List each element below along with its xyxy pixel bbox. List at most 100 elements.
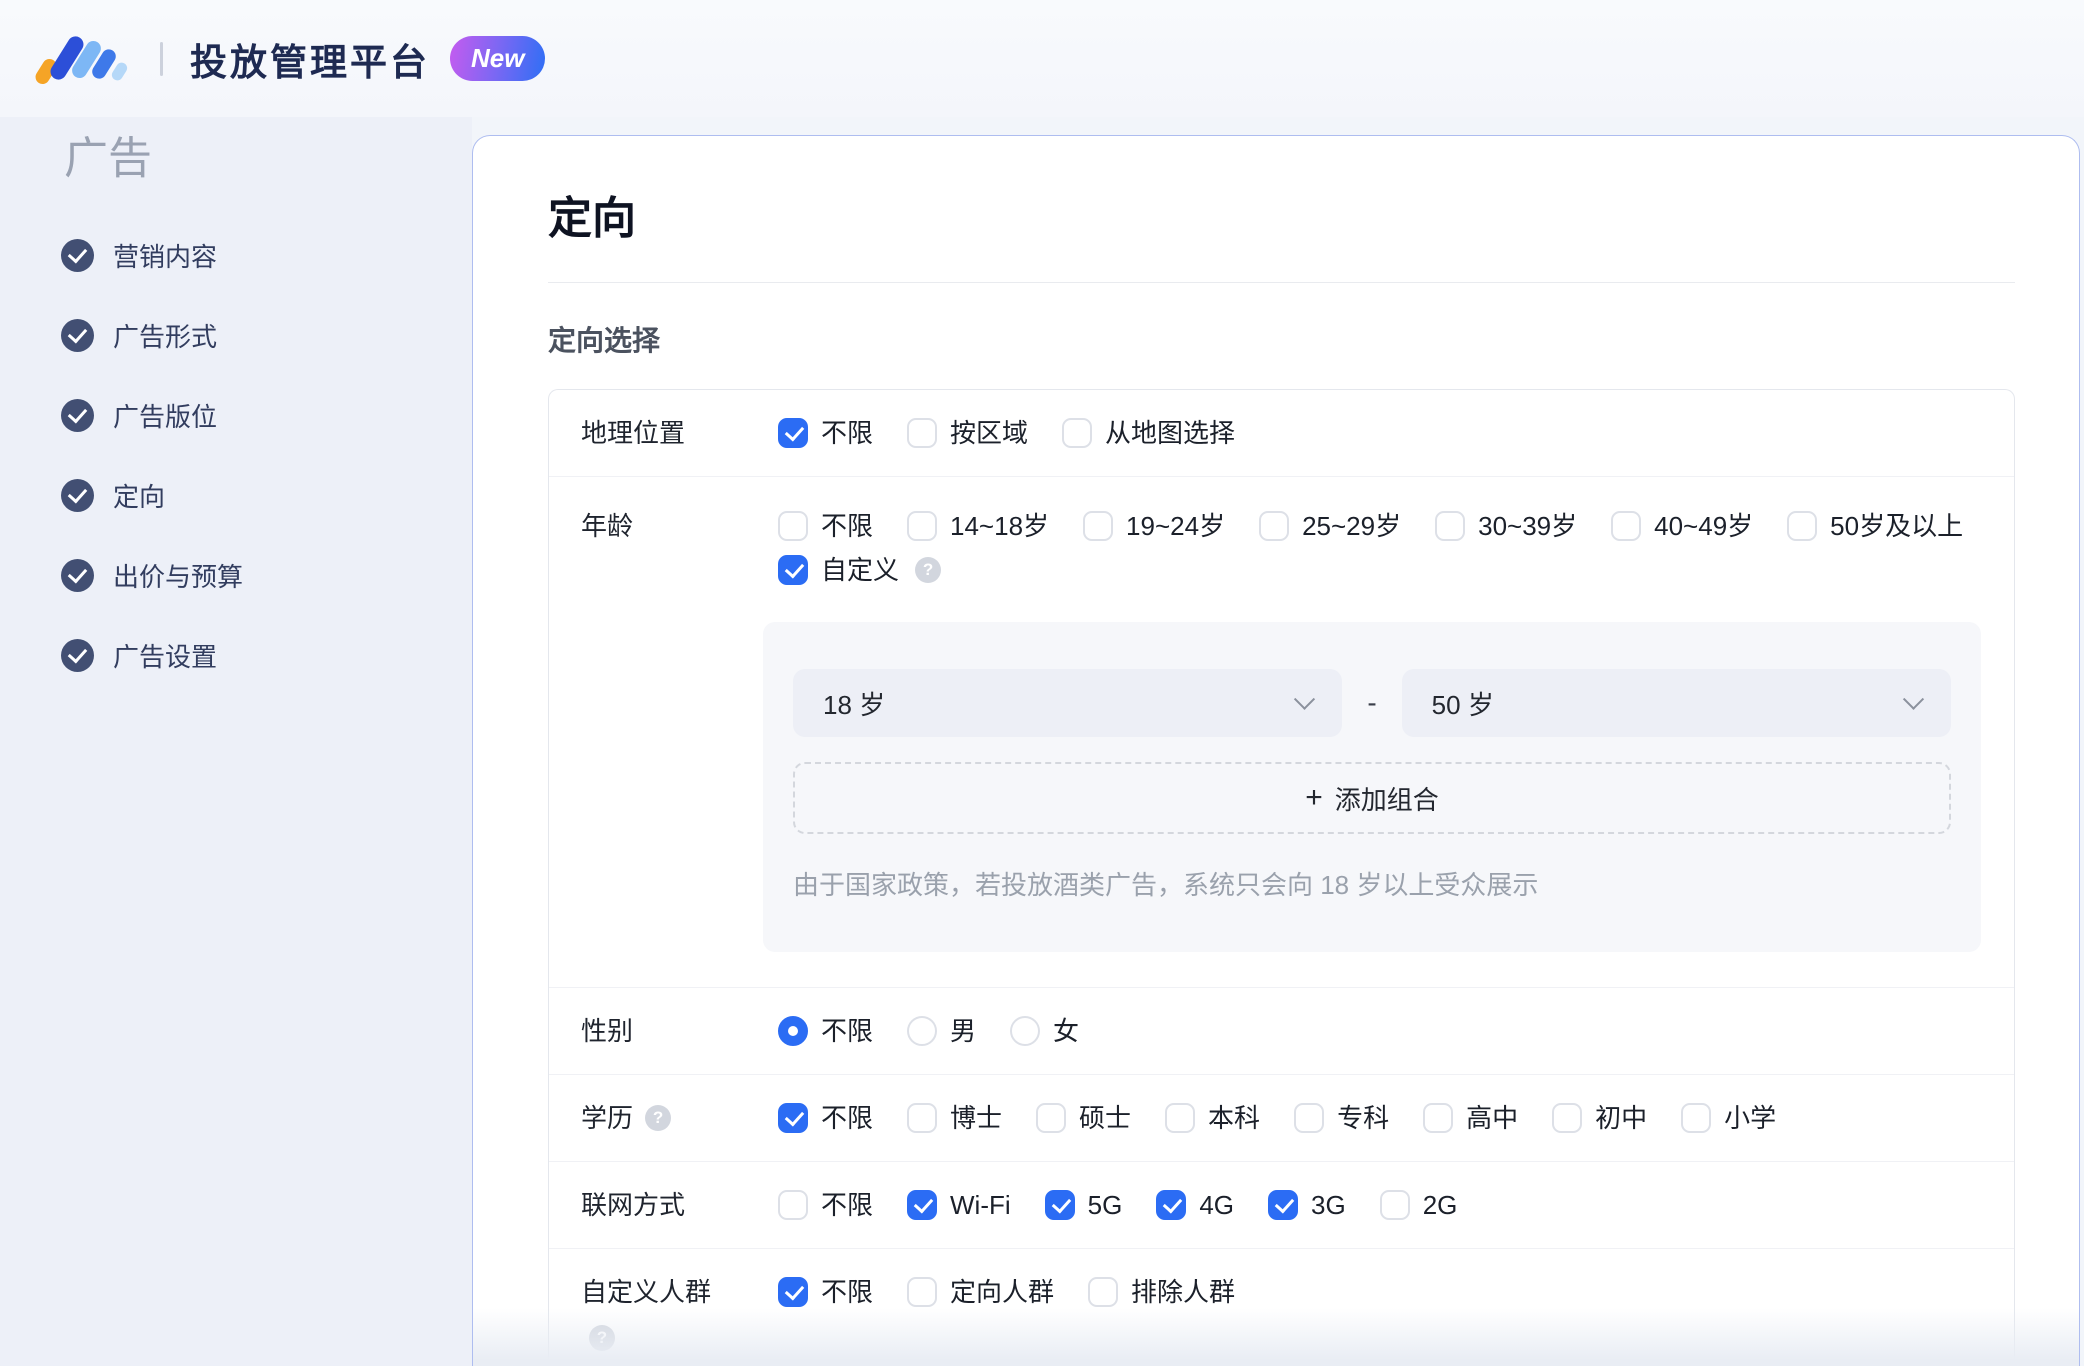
age-policy-note: 由于国家政策，若投放酒类广告，系统只会向 18 岁以上受众展示 <box>793 870 1539 900</box>
sidebar-item-label: 定向 <box>113 481 166 512</box>
checkbox-network-5g[interactable]: 5G <box>1044 1190 1122 1220</box>
checkbox-icon <box>778 1190 808 1220</box>
step-done-check-icon <box>61 478 94 512</box>
checkbox-age-custom[interactable]: 自定义 <box>778 555 899 585</box>
row-label-network: 联网方式 <box>581 1190 686 1220</box>
checkbox-education-primary-school[interactable]: 小学 <box>1681 1103 1776 1133</box>
checkbox-icon <box>778 418 808 448</box>
row-custom-audience: 自定义人群 ? 不限 定向人群 排除人群 <box>549 1249 2014 1366</box>
checkbox-icon <box>1423 1103 1454 1133</box>
custom-audience-help-icon[interactable]: ? <box>589 1325 615 1351</box>
checkbox-location-by-region[interactable]: 按区域 <box>907 418 1028 448</box>
sidebar-item-label: 营销内容 <box>113 241 218 272</box>
age-custom-help-icon[interactable]: ? <box>915 557 942 583</box>
checkbox-education-middle-school[interactable]: 初中 <box>1552 1103 1647 1133</box>
targeting-options-box: 地理位置 不限 按区域 从地图选择 年龄 不限 14~18岁 19~24岁 25… <box>548 389 2015 1366</box>
checkbox-icon <box>1611 511 1642 541</box>
row-label-education: 学历 ? <box>581 1103 778 1133</box>
app-title: 投放管理平台 <box>190 41 430 83</box>
brand-separator <box>160 41 163 76</box>
new-badge: New <box>450 36 546 81</box>
checkbox-network-4g[interactable]: 4G <box>1156 1190 1234 1220</box>
radio-gender-female[interactable]: 女 <box>1010 1016 1079 1046</box>
checkbox-icon <box>907 1190 938 1220</box>
checkbox-icon <box>1044 1190 1075 1220</box>
checkbox-audience-targeted[interactable]: 定向人群 <box>907 1277 1054 1307</box>
step-done-check-icon <box>61 238 94 272</box>
logo-bar-pale-blue <box>109 60 130 82</box>
checkbox-icon <box>1787 511 1818 541</box>
checkbox-network-2g[interactable]: 2G <box>1379 1190 1457 1220</box>
checkbox-icon <box>778 1103 808 1133</box>
add-combination-button[interactable]: + 添加组合 <box>793 762 1951 834</box>
checkbox-icon <box>1036 1103 1067 1133</box>
row-label-custom-audience: 自定义人群 ? <box>581 1277 778 1351</box>
row-location: 地理位置 不限 按区域 从地图选择 <box>549 390 2014 477</box>
step-done-check-icon <box>61 398 94 432</box>
step-done-check-icon <box>61 558 94 592</box>
checkbox-age-19-24[interactable]: 19~24岁 <box>1083 511 1225 541</box>
checkbox-icon <box>907 1277 938 1307</box>
checkbox-age-40-49[interactable]: 40~49岁 <box>1611 511 1753 541</box>
sidebar-item-label: 广告版位 <box>113 401 218 432</box>
radio-icon <box>778 1016 808 1046</box>
checkbox-location-from-map[interactable]: 从地图选择 <box>1062 418 1235 448</box>
checkbox-icon <box>1294 1103 1325 1133</box>
checkbox-age-unlimited[interactable]: 不限 <box>778 511 873 541</box>
checkbox-icon <box>778 555 808 585</box>
checkbox-icon <box>1083 511 1114 541</box>
checkbox-icon <box>1259 511 1290 541</box>
chevron-down-icon <box>1902 688 1925 710</box>
checkbox-education-high-school[interactable]: 高中 <box>1423 1103 1518 1133</box>
age-from-select[interactable]: 18 岁 <box>793 669 1343 737</box>
row-network: 联网方式 不限 Wi-Fi 5G 4G 3G 2G <box>549 1162 2014 1249</box>
checkbox-audience-excluded[interactable]: 排除人群 <box>1088 1277 1235 1307</box>
checkbox-icon <box>1681 1103 1712 1133</box>
checkbox-age-25-29[interactable]: 25~29岁 <box>1259 511 1401 541</box>
sidebar-item-targeting[interactable]: 定向 <box>0 455 472 535</box>
row-age: 年龄 不限 14~18岁 19~24岁 25~29岁 30~39岁 40~49岁… <box>549 477 2014 988</box>
age-range-panel: 18 岁 - 50 岁 + 添加组合 由于国家政策，若投放酒类广告，系统只会向 … <box>763 622 1981 952</box>
checkbox-age-50-plus[interactable]: 50岁及以上 <box>1787 511 1963 541</box>
age-to-value: 50 岁 <box>1431 689 1494 720</box>
add-combination-label: 添加组合 <box>1334 784 1439 815</box>
checkbox-icon <box>1088 1277 1119 1307</box>
sidebar-item-ad-placement[interactable]: 广告版位 <box>0 375 472 455</box>
checkbox-icon <box>1268 1190 1299 1220</box>
checkbox-education-bachelor[interactable]: 本科 <box>1165 1103 1260 1133</box>
sidebar-item-marketing-content[interactable]: 营销内容 <box>0 215 472 295</box>
plus-icon: + <box>1305 781 1323 814</box>
checkbox-network-3g[interactable]: 3G <box>1268 1190 1346 1220</box>
sidebar-item-label: 出价与预算 <box>113 561 244 592</box>
sidebar-item-ad-format[interactable]: 广告形式 <box>0 295 472 375</box>
age-from-value: 18 岁 <box>823 689 886 720</box>
sidebar-item-ad-settings[interactable]: 广告设置 <box>0 615 472 695</box>
row-gender: 性别 不限 男 女 <box>549 988 2014 1075</box>
radio-gender-unlimited[interactable]: 不限 <box>778 1016 873 1046</box>
checkbox-education-master[interactable]: 硕士 <box>1036 1103 1131 1133</box>
education-help-icon[interactable]: ? <box>645 1105 672 1131</box>
age-to-select[interactable]: 50 岁 <box>1401 669 1952 737</box>
checkbox-icon <box>1552 1103 1583 1133</box>
title-divider <box>548 282 2015 283</box>
checkbox-education-doctor[interactable]: 博士 <box>907 1103 1002 1133</box>
radio-gender-male[interactable]: 男 <box>907 1016 976 1046</box>
sidebar-item-bid-budget[interactable]: 出价与预算 <box>0 535 472 615</box>
checkbox-location-unlimited[interactable]: 不限 <box>778 418 873 448</box>
checkbox-education-unlimited[interactable]: 不限 <box>778 1103 873 1133</box>
targeting-card: 定向 定向选择 地理位置 不限 按区域 从地图选择 年龄 不限 14~18岁 1… <box>472 135 2080 1366</box>
checkbox-icon <box>907 418 938 448</box>
chevron-down-icon <box>1294 688 1316 710</box>
sidebar-item-label: 广告设置 <box>113 641 218 672</box>
checkbox-education-college[interactable]: 专科 <box>1294 1103 1389 1133</box>
sidebar-item-label: 广告形式 <box>113 321 218 352</box>
checkbox-icon <box>1379 1190 1410 1220</box>
checkbox-age-30-39[interactable]: 30~39岁 <box>1435 511 1577 541</box>
brand-logo-icon <box>32 31 133 87</box>
checkbox-icon <box>1156 1190 1187 1220</box>
checkbox-audience-unlimited[interactable]: 不限 <box>778 1277 873 1307</box>
checkbox-icon <box>1165 1103 1196 1133</box>
checkbox-age-14-18[interactable]: 14~18岁 <box>907 511 1049 541</box>
checkbox-network-unlimited[interactable]: 不限 <box>778 1190 873 1220</box>
checkbox-network-wifi[interactable]: Wi-Fi <box>907 1190 1011 1220</box>
